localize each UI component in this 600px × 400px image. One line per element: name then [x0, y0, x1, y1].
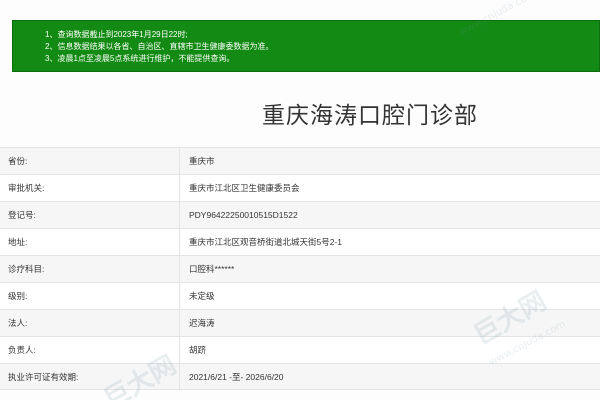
row-label: 级别:: [0, 283, 180, 309]
info-row-legal-person: 法人: 迟海涛: [0, 309, 600, 336]
row-value: PDY96422250010515D1522: [189, 210, 298, 220]
row-value: 未定级: [189, 291, 215, 301]
info-row-province: 省份: 重庆市: [0, 147, 600, 174]
row-value: 重庆市江北区观音桥街道北城天街5号2-1: [189, 237, 343, 247]
info-row-level: 级别: 未定级: [0, 282, 600, 309]
row-label: 负责人:: [0, 337, 180, 363]
row-value: 2021/6/21 -至- 2026/6/20: [189, 371, 284, 382]
notice-line-3: 3、凌晨1点至凌晨5点系统进行维护，不能提供查询。: [45, 54, 235, 63]
notice-line-2: 2、信息数据结果以各省、自治区、直辖市卫生健康委数据为准。: [45, 42, 274, 51]
info-row-authority: 审批机关: 重庆市江北区卫生健康委员会: [0, 174, 600, 201]
info-row-address: 地址: 重庆市江北区观音桥街道北城天街5号2-1: [0, 228, 600, 255]
notice-banner: 1、查询数据截止到2023年1月29日22时; 2、信息数据结果以各省、自治区、…: [12, 20, 600, 72]
row-label: 省份:: [0, 148, 180, 174]
row-value: 重庆市江北区卫生健康委员会: [189, 183, 300, 193]
notice-line-1: 1、查询数据截止到2023年1月29日22时;: [45, 30, 188, 39]
info-row-registration: 登记号: PDY96422250010515D1522: [0, 201, 600, 228]
page: 1、查询数据截止到2023年1月29日22时; 2、信息数据结果以各省、自治区、…: [0, 0, 600, 400]
info-row-license-validity: 执业许可证有效期: 2021/6/21 -至- 2026/6/20: [0, 363, 600, 390]
info-table: 省份: 重庆市 审批机关: 重庆市江北区卫生健康委员会 登记号: PDY9642…: [0, 147, 600, 390]
row-label: 法人:: [0, 310, 180, 336]
row-value: 口腔科******: [189, 264, 235, 274]
page-title: 重庆海涛口腔门诊部: [262, 103, 478, 129]
row-label: 审批机关:: [0, 175, 180, 201]
info-row-principal: 负责人: 胡跻: [0, 336, 600, 363]
row-value: 迟海涛: [189, 318, 215, 328]
row-label: 诊疗科目:: [0, 256, 180, 282]
row-value: 胡跻: [189, 345, 207, 355]
row-label: 登记号:: [0, 202, 180, 228]
row-label: 执业许可证有效期:: [0, 364, 180, 389]
info-row-department: 诊疗科目: 口腔科******: [0, 255, 600, 282]
row-label: 地址:: [0, 229, 180, 255]
row-value: 重庆市: [189, 156, 215, 166]
